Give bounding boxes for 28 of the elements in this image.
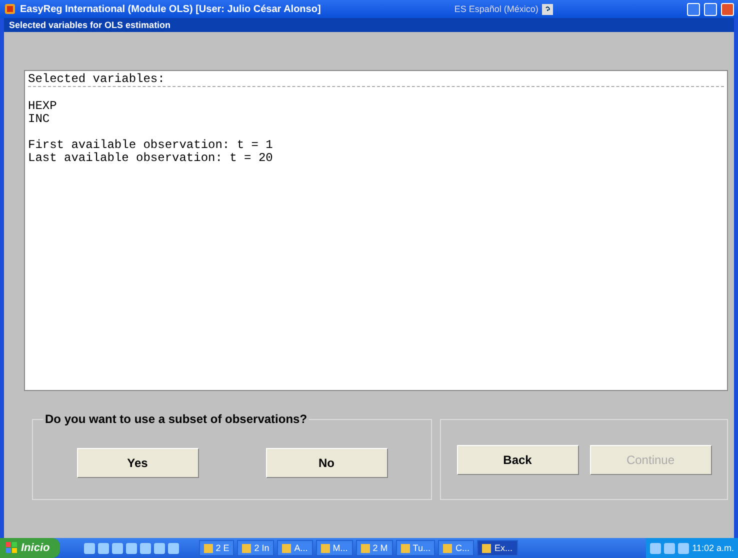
maximize-button[interactable] <box>704 2 717 16</box>
help-icon[interactable] <box>542 4 554 14</box>
output-line: First available observation: t = 1 <box>28 139 274 152</box>
windows-logo-icon <box>6 542 18 554</box>
taskbar-button[interactable]: M... <box>316 540 353 556</box>
close-button[interactable] <box>721 2 734 16</box>
question-label: Do you want to use a subset of observations? <box>44 412 308 426</box>
taskbar-button[interactable]: Ex... <box>477 540 518 556</box>
language-indicator[interactable]: ES Español (México) <box>454 4 538 14</box>
taskbar-button[interactable]: 2 In <box>237 540 274 556</box>
output-line: Last available observation: t = 20 <box>28 152 274 165</box>
clock: 11:02 a.m. <box>692 543 734 553</box>
taskbar-button[interactable]: A... <box>277 540 313 556</box>
taskbar-button[interactable]: Tu... <box>396 540 436 556</box>
app-icon <box>4 3 16 15</box>
taskbar-button[interactable]: 2 M <box>356 540 393 556</box>
output-line: INC <box>28 113 51 126</box>
window-title: EasyReg International (Module OLS) [User: Julio César Alonso] <box>20 4 321 14</box>
dialog-button[interactable]: No <box>266 448 388 478</box>
minimize-button[interactable] <box>687 2 700 16</box>
dialog-button[interactable]: Back <box>456 444 578 474</box>
taskbar-button[interactable]: C... <box>438 540 474 556</box>
output-line: HEXP <box>28 100 58 113</box>
dialog-title: Selected variables for OLS estimation <box>4 18 734 32</box>
taskbar-button[interactable]: 2 E <box>198 540 234 556</box>
start-button[interactable]: Inicio <box>0 538 60 558</box>
output-header: Selected variables: <box>28 73 724 87</box>
dialog-button[interactable]: Yes <box>76 448 198 478</box>
